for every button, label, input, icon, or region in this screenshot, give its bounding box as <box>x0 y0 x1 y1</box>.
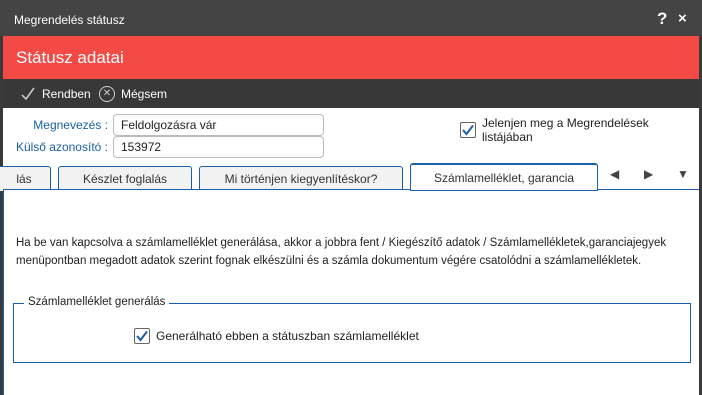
external-id-label: Külső azonosító : <box>15 140 108 154</box>
close-icon[interactable]: × <box>678 10 687 27</box>
help-icon[interactable]: ? <box>657 9 667 29</box>
tab-partial[interactable]: lás <box>0 166 51 191</box>
cancel-circle-icon: ✕ <box>99 85 115 102</box>
info-text: Ha be van kapcsolva a számlamelléklet ge… <box>16 237 667 267</box>
generate-attachment-label: Generálható ebben a státuszban számlamel… <box>156 329 419 343</box>
tab-next-icon[interactable]: ▶ <box>644 167 653 181</box>
show-in-list-checkbox[interactable] <box>460 122 476 138</box>
tab-invoice-attachment[interactable]: Számlamelléklet, garancia <box>410 163 598 191</box>
name-input[interactable] <box>113 114 324 136</box>
tab-menu-icon[interactable]: ▼ <box>677 167 689 181</box>
name-label: Megnevezés : <box>33 118 108 132</box>
cancel-label: Mégsem <box>121 86 168 101</box>
ok-label: Rendben <box>42 86 91 101</box>
tab-bar: lás Készlet foglalás Mi történjen kiegye… <box>0 163 699 191</box>
window-titlebar: Megrendelés státusz ? × <box>0 0 702 36</box>
attachment-group-legend: Számlamelléklet generálás <box>24 296 170 308</box>
window-title: Megrendelés státusz <box>14 13 125 27</box>
ok-button[interactable]: Rendben <box>20 79 91 108</box>
attachment-group: Számlamelléklet generálás Generálható eb… <box>13 296 691 363</box>
dialog-body: Státusz adatai Rendben ✕ Mégsem Megnevez… <box>0 36 699 395</box>
name-row: Megnevezés : <box>3 114 333 136</box>
toolbar: Rendben ✕ Mégsem <box>3 79 699 108</box>
tab-stock-reservation[interactable]: Készlet foglalás <box>58 166 192 191</box>
tab-on-settlement[interactable]: Mi történjen kiegyenlítéskor? <box>199 166 403 191</box>
tab-content: Ha be van kapcsolva a számlamelléklet ge… <box>3 190 699 395</box>
generate-attachment-checkbox[interactable] <box>134 328 150 344</box>
section-title: Státusz adatai <box>16 48 124 67</box>
cancel-button[interactable]: ✕ Mégsem <box>99 79 167 108</box>
checkmark-icon <box>20 86 36 102</box>
section-header: Státusz adatai <box>3 36 699 79</box>
generate-attachment-checkbox-row[interactable]: Generálható ebben a státuszban számlamel… <box>134 328 419 344</box>
show-in-list-label: Jelenjen meg a Megrendelések listájában <box>482 116 649 144</box>
tab-prev-icon[interactable]: ◀ <box>610 167 619 181</box>
external-id-row: Külső azonosító : <box>3 136 333 158</box>
show-in-list-checkbox-row[interactable]: Jelenjen meg a Megrendelések listájában <box>460 116 699 144</box>
external-id-input[interactable] <box>113 136 324 158</box>
